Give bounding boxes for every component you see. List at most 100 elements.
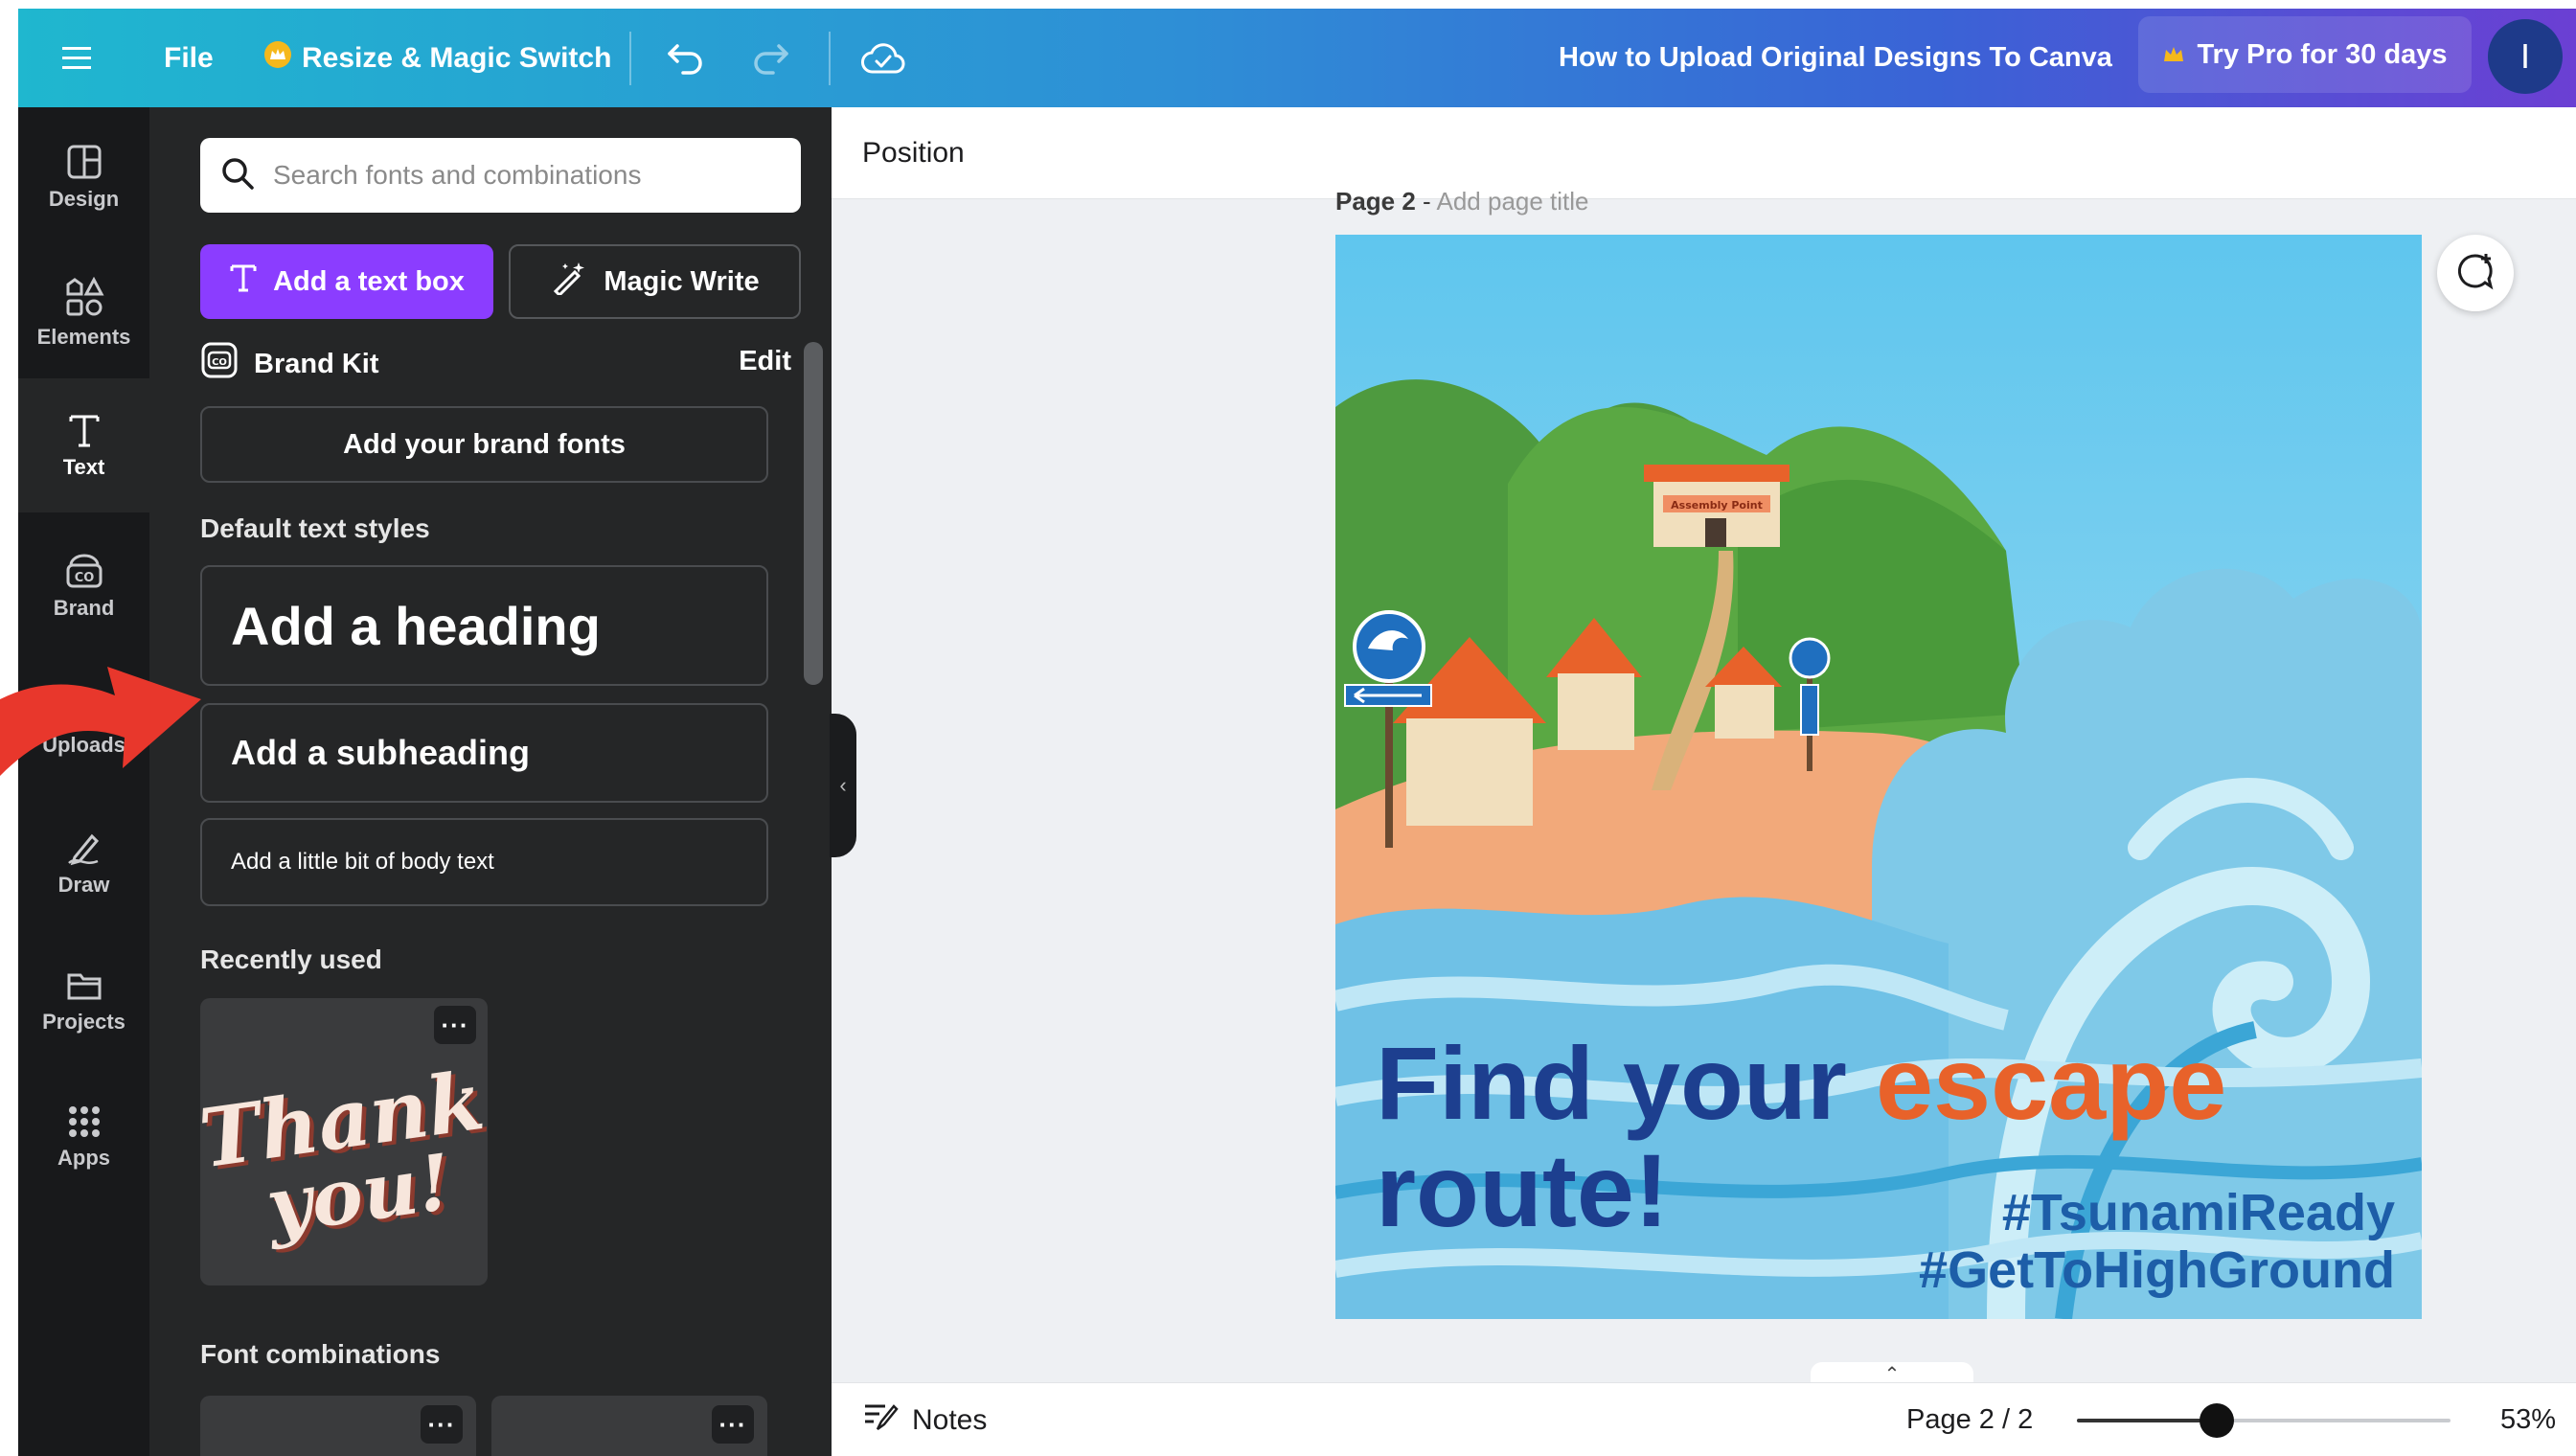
apps-icon (66, 1103, 103, 1140)
add-heading-label: Add a heading (231, 595, 601, 656)
text-panel: Add a text box Magic Write CO Brand Kit … (149, 107, 832, 1456)
notes-button[interactable]: Notes (862, 1383, 987, 1456)
resize-label: Resize & Magic Switch (302, 41, 612, 74)
hashtag-tsunami-ready[interactable]: #TsunamiReady (2002, 1183, 2395, 1242)
add-brand-fonts-label: Add your brand fonts (343, 428, 626, 460)
font-combinations-title: Font combinations (200, 1339, 441, 1369)
zoom-slider-fill (2077, 1419, 2217, 1422)
rail-label-projects: Projects (42, 1010, 125, 1034)
add-comment-button[interactable] (2437, 235, 2514, 311)
add-heading-button[interactable]: Add a heading (200, 565, 768, 686)
cloud-save-icon[interactable] (861, 9, 905, 107)
svg-text:CO: CO (212, 357, 227, 368)
rail-label-brand: Brand (53, 596, 115, 620)
more-options-button[interactable]: ··· (421, 1405, 463, 1444)
zoom-level-text: 53% (2500, 1404, 2557, 1435)
resize-magic-switch-button[interactable]: Resize & Magic Switch (263, 9, 611, 107)
zoom-slider-knob[interactable] (2199, 1403, 2234, 1438)
try-pro-button[interactable]: Try Pro for 30 days (2138, 16, 2472, 93)
rail-item-design[interactable]: Design (18, 115, 149, 239)
zoom-level[interactable]: 53% (2500, 1383, 2556, 1456)
more-options-button[interactable]: ··· (712, 1405, 754, 1444)
svg-text:CO: CO (74, 571, 94, 585)
page-indicator-text: Page 2 / 2 (1906, 1404, 2034, 1435)
rail-label-apps: Apps (57, 1146, 110, 1170)
zoom-slider[interactable] (2077, 1403, 2451, 1438)
add-body-text-label: Add a little bit of body text (231, 849, 494, 875)
page-title-placeholder[interactable]: Add page title (1437, 187, 1589, 216)
page-title-row[interactable]: Page 2 - Add page title (1335, 187, 1589, 216)
chevron-left-icon: ‹ (839, 773, 847, 797)
add-text-box-label: Add a text box (273, 265, 465, 297)
text-icon (65, 411, 103, 449)
brand-kit-edit-link[interactable]: Edit (739, 346, 791, 377)
recently-used-title: Recently used (200, 944, 382, 974)
default-text-styles-title: Default text styles (200, 513, 430, 543)
magic-write-button[interactable]: Magic Write (509, 244, 801, 319)
file-menu-button[interactable]: File (164, 9, 214, 107)
hashtag-get-to-high-ground[interactable]: #GetToHighGround (1919, 1240, 2395, 1300)
magic-wand-icon (550, 261, 588, 303)
elements-icon (63, 277, 105, 319)
page-indicator[interactable]: Page 2 / 2 (1906, 1383, 2033, 1456)
font-combination-card[interactable]: ··· (200, 1396, 476, 1456)
rail-label-text: Text (62, 455, 105, 479)
design-page[interactable]: Assembly Point Find your escape route! #… (1335, 235, 2422, 1319)
headline-part-2: route! (1376, 1132, 1669, 1248)
crown-icon (263, 40, 292, 77)
design-icon (65, 143, 103, 181)
bottom-status-bar: Notes Page 2 / 2 53% (832, 1382, 2576, 1456)
rail-item-text[interactable]: Text (18, 378, 149, 512)
position-button[interactable]: Position (862, 137, 965, 170)
recent-text-thank-you[interactable]: Thank Thank you! you! ··· (194, 998, 493, 1285)
file-menu-label: File (164, 41, 214, 74)
toolbar-divider (629, 32, 631, 85)
text-icon (229, 262, 258, 301)
font-search-box[interactable] (200, 138, 801, 213)
more-options-button[interactable]: ··· (434, 1006, 476, 1044)
hashtag-1-text: #TsunamiReady (2001, 1184, 2395, 1241)
rail-item-brand[interactable]: CO Brand (18, 524, 149, 648)
toolbar-divider (829, 32, 831, 85)
draw-icon (65, 829, 103, 867)
add-brand-fonts-button[interactable]: Add your brand fonts (200, 406, 768, 483)
rail-item-apps[interactable]: Apps (18, 1075, 149, 1199)
comment-add-icon (2454, 250, 2496, 297)
collapse-panel-handle[interactable]: ‹ (830, 714, 856, 857)
hamburger-menu-icon[interactable] (62, 9, 91, 107)
font-combination-card[interactable]: ··· (491, 1396, 767, 1456)
canva-editor: File Resize & Magic Switch How to Upload… (0, 0, 2576, 1456)
brand-kit-icon: CO (200, 341, 239, 387)
brand-kit-row: CO Brand Kit Edit (200, 340, 801, 388)
document-title-text: How to Upload Original Designs To Canva (1559, 42, 2112, 73)
headline-line-1[interactable]: Find your escape (1376, 1030, 2226, 1137)
assembly-point-sign: Assembly Point (1671, 499, 1763, 512)
font-search-input[interactable] (273, 160, 771, 191)
rail-label-elements: Elements (36, 325, 131, 349)
rail-item-elements[interactable]: Elements (18, 251, 149, 375)
document-title[interactable]: How to Upload Original Designs To Canva (1559, 9, 2112, 107)
headline-accent-word: escape (1875, 1025, 2227, 1141)
avatar[interactable]: I (2488, 19, 2563, 94)
hashtag-2-text: #GetToHighGround (1919, 1241, 2395, 1299)
add-body-text-button[interactable]: Add a little bit of body text (200, 818, 768, 906)
context-toolbar: Position (832, 107, 2576, 199)
crown-icon (2162, 39, 2185, 71)
page-label: Page 2 (1335, 187, 1416, 216)
rail-item-projects[interactable]: Projects (18, 938, 149, 1062)
search-icon (219, 155, 256, 196)
headline-line-2[interactable]: route! (1376, 1137, 1669, 1244)
rail-label-design: Design (48, 187, 120, 211)
redo-icon[interactable] (752, 9, 790, 107)
undo-icon[interactable] (666, 9, 704, 107)
add-text-box-button[interactable]: Add a text box (200, 244, 493, 319)
projects-icon (65, 966, 103, 1004)
brand-icon: CO (63, 552, 105, 590)
rail-label-draw: Draw (57, 873, 110, 897)
notes-label: Notes (912, 1403, 988, 1436)
add-subheading-button[interactable]: Add a subheading (200, 703, 768, 803)
magic-write-label: Magic Write (604, 265, 760, 297)
red-arrow-annotation (0, 667, 201, 776)
panel-scrollbar-thumb[interactable] (804, 342, 823, 685)
try-pro-label: Try Pro for 30 days (2197, 38, 2448, 70)
